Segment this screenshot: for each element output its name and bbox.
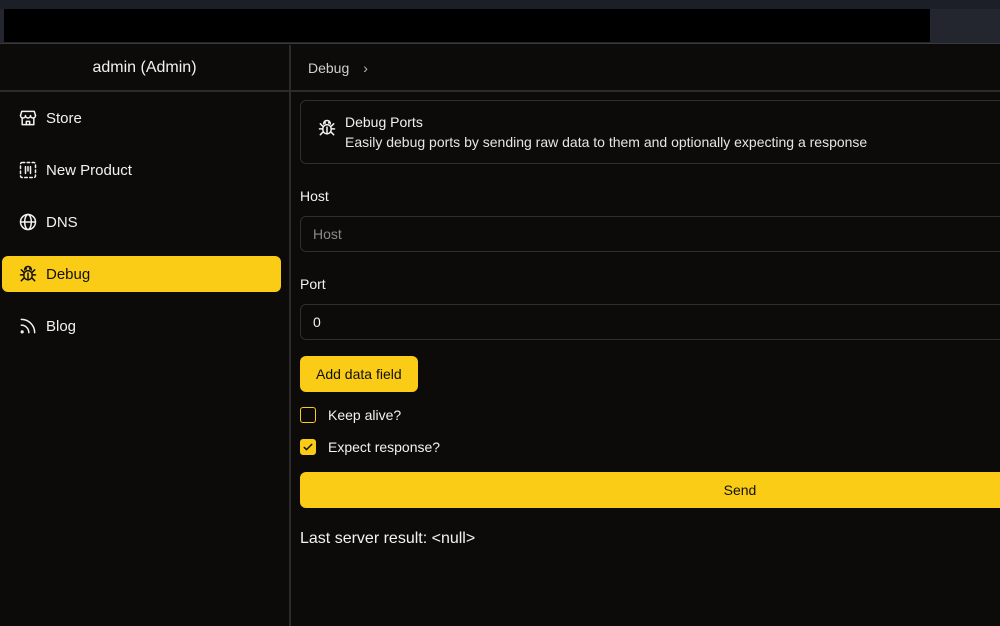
rss-icon [18, 316, 38, 336]
top-strip [0, 0, 1000, 9]
sidebar-item-store[interactable]: Store [2, 100, 281, 136]
chevron-right-icon: › [363, 59, 368, 76]
main-panel: Debug › Debug Ports Easily debug ports b… [291, 45, 1000, 626]
sidebar-nav: Store New Product DNS Debug Blog [0, 92, 289, 344]
sidebar-user-label: admin (Admin) [0, 45, 289, 92]
keep-alive-label: Keep alive? [328, 407, 402, 423]
keep-alive-row: Keep alive? [300, 406, 1000, 424]
sidebar-item-label: Debug [46, 265, 91, 283]
sidebar: admin (Admin) Store New Product DNS Debu… [0, 45, 291, 626]
expect-response-row: Expect response? [300, 438, 1000, 456]
host-input[interactable] [300, 216, 1000, 252]
new-product-icon [18, 160, 38, 180]
info-alert: Debug Ports Easily debug ports by sendin… [300, 100, 1000, 164]
bug-icon [317, 118, 337, 138]
last-server-result: Last server result: <null> [300, 530, 476, 547]
alert-description: Easily debug ports by sending raw data t… [345, 134, 868, 150]
add-data-field-button[interactable]: Add data field [300, 356, 418, 392]
sidebar-item-dns[interactable]: DNS [2, 204, 281, 240]
window-top-bar [0, 0, 1000, 44]
breadcrumb: Debug › [291, 45, 1000, 92]
sidebar-item-label: New Product [46, 161, 132, 179]
expect-response-label: Expect response? [328, 439, 441, 455]
breadcrumb-item-debug[interactable]: Debug [308, 60, 349, 76]
store-icon [18, 108, 38, 128]
host-label: Host [300, 188, 329, 204]
sidebar-item-blog[interactable]: Blog [2, 308, 281, 344]
sidebar-item-new-product[interactable]: New Product [2, 152, 281, 188]
bug-icon [18, 264, 38, 284]
redacted-address-bar [4, 9, 930, 42]
keep-alive-checkbox[interactable] [300, 407, 316, 423]
alert-title: Debug Ports [345, 114, 423, 130]
send-button[interactable]: Send [300, 472, 1000, 508]
port-label: Port [300, 276, 326, 292]
sidebar-item-label: Blog [46, 317, 77, 335]
globe-icon [18, 212, 38, 232]
sidebar-item-debug[interactable]: Debug [2, 256, 281, 292]
debug-form: Debug Ports Easily debug ports by sendin… [291, 92, 1000, 548]
sidebar-item-label: Store [46, 109, 82, 127]
sidebar-item-label: DNS [46, 213, 78, 231]
expect-response-checkbox[interactable] [300, 439, 316, 455]
check-icon [303, 443, 313, 451]
port-input[interactable] [300, 304, 1000, 340]
